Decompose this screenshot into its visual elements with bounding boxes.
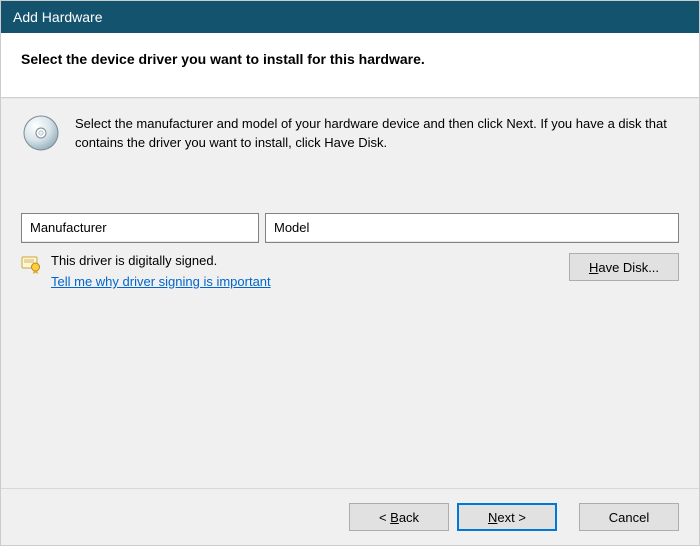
wizard-content: Select the manufacturer and model of you… bbox=[1, 98, 699, 488]
instruction-row: Select the manufacturer and model of you… bbox=[21, 113, 679, 153]
back-button[interactable]: < Back bbox=[349, 503, 449, 531]
manufacturer-list[interactable]: Manufacturer ESS Technology, Inc.Generic… bbox=[21, 213, 259, 243]
model-header: Model bbox=[266, 214, 678, 242]
window-title: Add Hardware bbox=[13, 9, 103, 25]
disc-icon bbox=[21, 113, 61, 153]
wizard-footer: < Back Next > Cancel bbox=[1, 488, 699, 545]
page-title: Select the device driver you want to ins… bbox=[21, 51, 679, 67]
driver-signing-link[interactable]: Tell me why driver signing is important bbox=[51, 274, 271, 289]
have-disk-button[interactable]: Have Disk... bbox=[569, 253, 679, 281]
certificate-icon bbox=[21, 254, 41, 274]
signed-status-text: This driver is digitally signed. bbox=[51, 253, 217, 268]
model-list[interactable]: Model Capture Device RegistrationHigh De… bbox=[265, 213, 679, 243]
driver-lists-row: Manufacturer ESS Technology, Inc.Generic… bbox=[21, 213, 679, 243]
titlebar: Add Hardware bbox=[1, 1, 699, 33]
instruction-text: Select the manufacturer and model of you… bbox=[75, 113, 679, 153]
manufacturer-header: Manufacturer bbox=[22, 214, 258, 242]
add-hardware-window: Add Hardware Select the device driver yo… bbox=[0, 0, 700, 546]
model-label: Model bbox=[274, 220, 309, 235]
manufacturer-label: Manufacturer bbox=[30, 220, 107, 235]
next-button[interactable]: Next > bbox=[457, 503, 557, 531]
signed-text-block: This driver is digitally signed. Tell me… bbox=[51, 253, 271, 289]
wizard-header: Select the device driver you want to ins… bbox=[1, 33, 699, 98]
cancel-button[interactable]: Cancel bbox=[579, 503, 679, 531]
signed-row: This driver is digitally signed. Tell me… bbox=[21, 253, 679, 289]
